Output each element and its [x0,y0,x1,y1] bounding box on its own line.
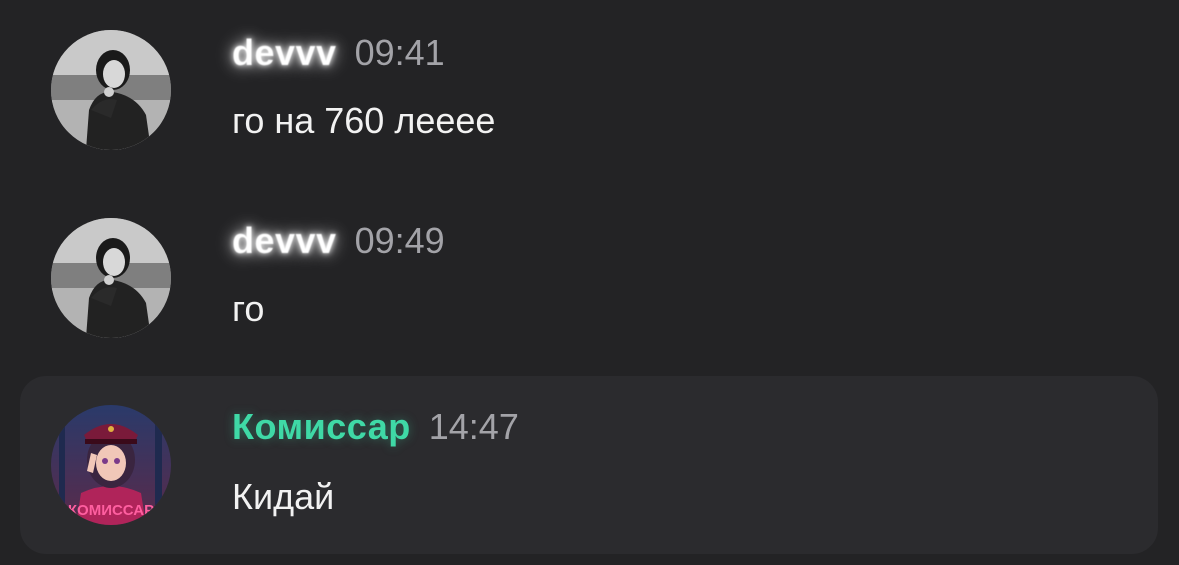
message-text: го на 760 леееe [232,100,496,141]
message-text: го [232,288,265,329]
message-header: Комиссар 14:47 [232,406,519,448]
timestamp: 09:49 [354,220,445,261]
message-header: devvv 09:49 [232,220,445,262]
anime-character-icon: КОМИССАР [51,405,171,525]
timestamp: 14:47 [428,406,519,447]
chat-message: devvv 09:41 го на 760 леееe [20,10,1158,170]
avatar[interactable] [51,30,171,150]
message-text: Кидай [232,476,335,517]
avatar-caption: КОМИССАР [68,502,154,519]
user-photo-icon [51,218,171,338]
author-name[interactable]: Комиссар [232,406,411,447]
author-name[interactable]: devvv [232,32,337,73]
chat-message-highlighted: КОМИССАР Комиссар 14:47 Кидай [20,376,1158,554]
avatar[interactable]: КОМИССАР [51,405,171,525]
author-name[interactable]: devvv [232,220,337,261]
chat-message: devvv 09:49 го [20,198,1158,358]
timestamp: 09:41 [354,32,445,73]
user-photo-icon [51,30,171,150]
chat-message-list: devvv 09:41 го на 760 леееe devvv 09:49 го [0,0,1179,565]
message-header: devvv 09:41 [232,32,445,74]
avatar[interactable] [51,218,171,338]
